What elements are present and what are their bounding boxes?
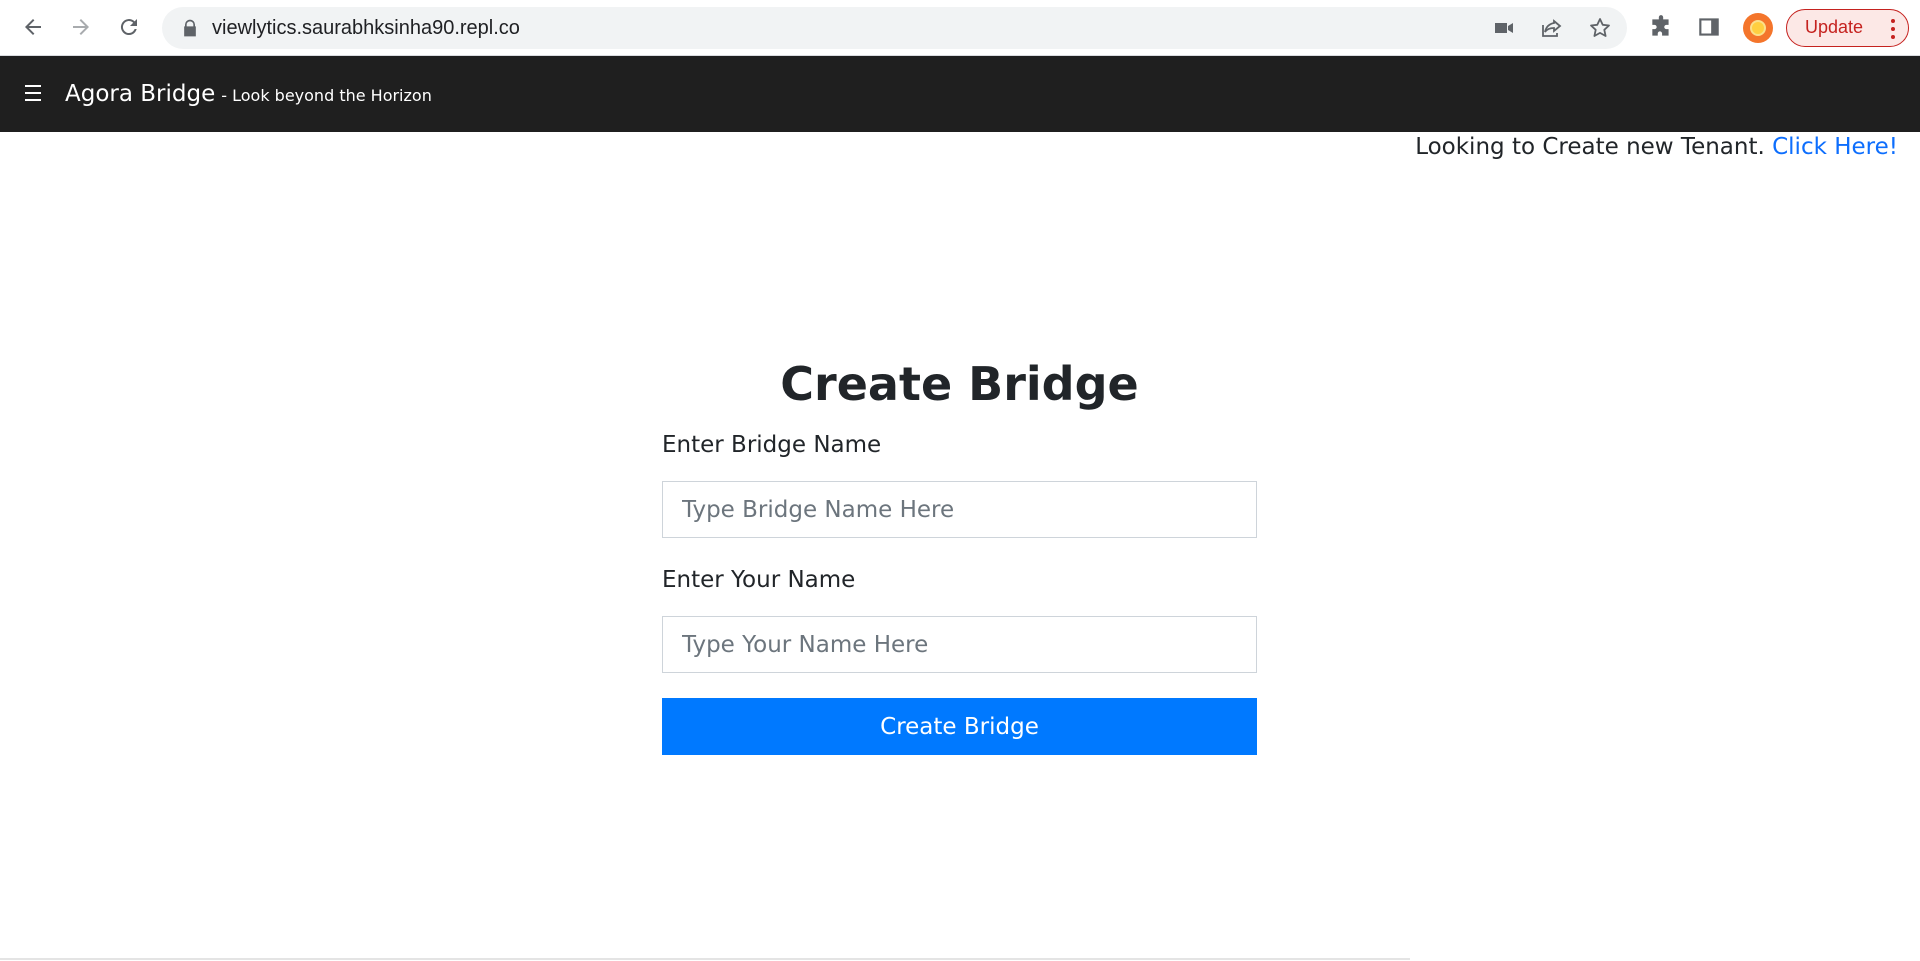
- brand-tagline: - Look beyond the Horizon: [221, 86, 432, 105]
- star-icon[interactable]: [1588, 16, 1612, 40]
- your-name-input[interactable]: [662, 616, 1257, 673]
- share-icon[interactable]: [1540, 16, 1564, 40]
- bottom-divider: [0, 958, 1410, 960]
- your-name-label: Enter Your Name: [662, 567, 856, 593]
- profile-avatar-face: [1750, 20, 1766, 36]
- update-label: Update: [1805, 17, 1864, 37]
- puzzle-icon[interactable]: [1648, 14, 1674, 40]
- tenant-prompt: Looking to Create new Tenant. Click Here…: [1415, 134, 1898, 160]
- update-button[interactable]: Update: [1786, 9, 1909, 47]
- reload-icon: [120, 19, 137, 36]
- url-text[interactable]: viewlytics.saurabhksinha90.repl.co: [212, 7, 520, 49]
- app-navbar: Agora Bridge - Look beyond the Horizon: [0, 56, 1920, 132]
- create-tenant-link[interactable]: Click Here!: [1772, 134, 1898, 160]
- browser-toolbar: viewlytics.saurabhksinha90.repl.co Updat…: [0, 0, 1920, 56]
- arrow-right-icon: [73, 19, 89, 35]
- create-bridge-form: Create Bridge Enter Bridge Name Enter Yo…: [662, 345, 1257, 755]
- bridge-name-input[interactable]: [662, 481, 1257, 538]
- profile-avatar-icon[interactable]: [1743, 13, 1773, 43]
- lock-icon: [184, 19, 196, 37]
- video-camera-icon[interactable]: [1492, 16, 1516, 40]
- create-bridge-button[interactable]: Create Bridge: [662, 698, 1257, 755]
- brand-title: Agora Bridge: [65, 81, 216, 107]
- side-panel-icon[interactable]: [1696, 14, 1722, 40]
- hamburger-icon[interactable]: [25, 85, 43, 101]
- page-title: Create Bridge: [780, 357, 1139, 411]
- back-button[interactable]: [16, 10, 50, 44]
- arrow-left-icon: [25, 19, 41, 35]
- address-bar[interactable]: viewlytics.saurabhksinha90.repl.co: [162, 7, 1627, 49]
- brand[interactable]: Agora Bridge - Look beyond the Horizon: [65, 56, 432, 132]
- bridge-name-label: Enter Bridge Name: [662, 432, 882, 458]
- kebab-menu-icon[interactable]: [1890, 19, 1896, 39]
- reload-button[interactable]: [112, 10, 146, 44]
- tenant-prompt-text: Looking to Create new Tenant.: [1415, 134, 1773, 160]
- forward-button[interactable]: [64, 10, 98, 44]
